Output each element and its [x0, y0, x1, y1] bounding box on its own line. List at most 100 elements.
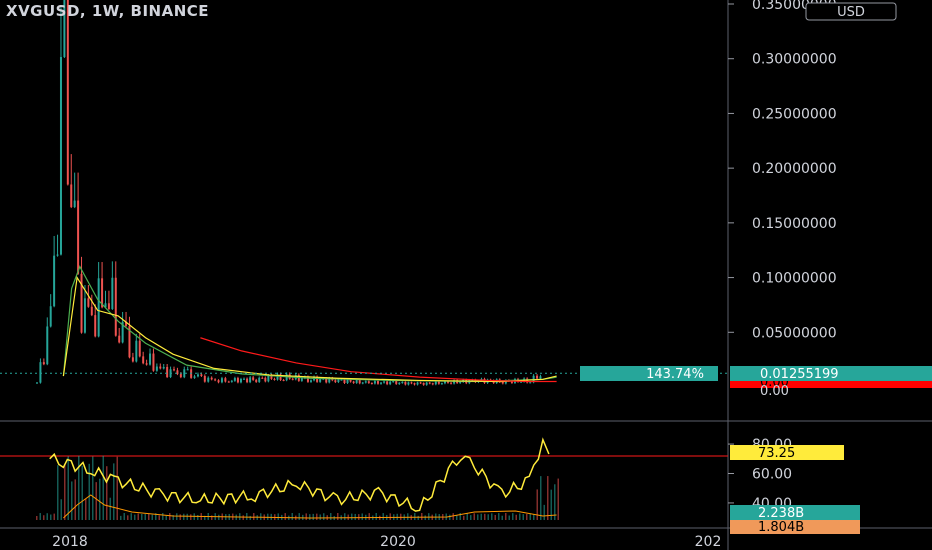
volume-bar — [547, 476, 549, 520]
candle-body — [90, 306, 93, 316]
volume-bar — [176, 513, 178, 520]
candle-body — [334, 380, 337, 383]
candle-body — [249, 377, 252, 383]
candle-body — [310, 380, 312, 382]
candle-body — [383, 381, 386, 383]
price-tick-label: 0.15000000 — [752, 216, 837, 232]
volume-bar — [309, 514, 311, 520]
volume-bar — [298, 513, 300, 520]
candle-body — [135, 340, 138, 362]
candle-body — [282, 379, 285, 381]
volume-bar — [158, 515, 160, 520]
candle-body — [193, 376, 196, 378]
candle-body — [46, 326, 49, 365]
candle-body — [337, 379, 340, 383]
rsi-label: 73.25 — [758, 446, 795, 461]
volume-bar — [116, 456, 118, 520]
candle-body — [273, 378, 276, 380]
candle-body — [179, 374, 182, 378]
candle-body — [107, 303, 110, 310]
chart-canvas[interactable]: 0.350000000.300000000.250000000.20000000… — [0, 0, 932, 550]
volume-bar — [186, 513, 188, 520]
volume-bar — [242, 515, 244, 520]
candle-body — [203, 375, 206, 382]
volume-bar — [463, 515, 465, 520]
volume-bar — [358, 514, 360, 520]
volume-ma-label: 1.804B — [758, 520, 804, 535]
volume-bar — [71, 481, 73, 520]
volume-bar — [57, 465, 59, 520]
candle-body — [319, 379, 322, 382]
moving-averages — [62, 265, 557, 383]
candle-body — [236, 378, 239, 383]
volume-bar — [526, 513, 528, 520]
volume-bar — [477, 514, 479, 520]
candle-body — [340, 379, 343, 381]
volume-bar — [162, 513, 164, 520]
time-label-2022: 202 — [695, 534, 722, 550]
volume-label: 2.238B — [758, 506, 804, 521]
candle-body — [261, 377, 264, 379]
candle-body — [343, 379, 346, 383]
ma-mid-line — [62, 265, 557, 383]
candle-body — [376, 381, 379, 384]
volume-bar — [137, 513, 139, 520]
candle-body — [200, 374, 203, 376]
candle-body — [404, 382, 407, 385]
volume-bar — [487, 514, 489, 520]
volume-bar — [102, 455, 104, 520]
volume-bar — [305, 513, 307, 520]
candle-body — [73, 200, 76, 208]
currency-badge[interactable]: USD — [805, 2, 897, 21]
volume-bar — [141, 513, 143, 520]
volume-bar — [120, 515, 122, 520]
volume-bar — [253, 513, 255, 520]
volume-bar — [183, 513, 185, 520]
volume-bar — [291, 513, 293, 520]
price-axis[interactable]: 0.350000000.300000000.250000000.20000000… — [728, 0, 837, 341]
candle-body — [434, 381, 437, 385]
volume-bar — [123, 513, 125, 520]
volume-bar — [330, 513, 332, 520]
volume-bar — [375, 513, 377, 520]
volume-bar — [522, 514, 524, 520]
volume-bar — [106, 466, 108, 520]
candle-body — [380, 382, 383, 384]
volume-bar — [414, 513, 416, 520]
volume-bar — [316, 513, 318, 520]
volume-bar — [249, 515, 251, 520]
volume-bar — [505, 513, 507, 520]
price-tick-label: 0.25000000 — [752, 106, 837, 122]
volume-bar — [494, 514, 496, 520]
volume-bar — [260, 513, 262, 520]
candle-body — [252, 377, 255, 380]
volume-bar — [99, 478, 101, 520]
candle-body — [131, 357, 134, 362]
volume-bar — [323, 513, 325, 520]
candle-body — [186, 369, 189, 371]
volume-bar — [127, 515, 129, 520]
candle-body — [159, 366, 162, 369]
volume-bar — [53, 513, 55, 520]
volume-bar — [144, 514, 146, 520]
volume-bar — [60, 499, 62, 520]
candle-body — [407, 382, 410, 385]
rsi-line — [49, 437, 550, 512]
candle-body — [210, 377, 213, 380]
candle-body — [346, 379, 349, 383]
candle-body — [196, 374, 199, 377]
candle-body — [227, 381, 230, 383]
volume-bar — [95, 482, 97, 520]
candle-body — [220, 378, 223, 383]
price-tick-label: 0.10000000 — [752, 271, 837, 287]
time-axis[interactable]: 2018 2020 202 — [52, 534, 721, 550]
candle-body — [224, 378, 227, 382]
symbol-title[interactable]: XVGUSD, 1W, BINANCE — [6, 2, 209, 20]
candle-body — [233, 378, 236, 381]
candle-body — [358, 380, 361, 384]
candle-body — [425, 382, 428, 385]
price-tick-label: 0.05000000 — [752, 325, 837, 341]
volume-bar — [354, 513, 356, 520]
price-labels: 0.00 0.00 143.74% 0.01255199 — [580, 366, 932, 399]
volume-bar — [197, 515, 199, 520]
